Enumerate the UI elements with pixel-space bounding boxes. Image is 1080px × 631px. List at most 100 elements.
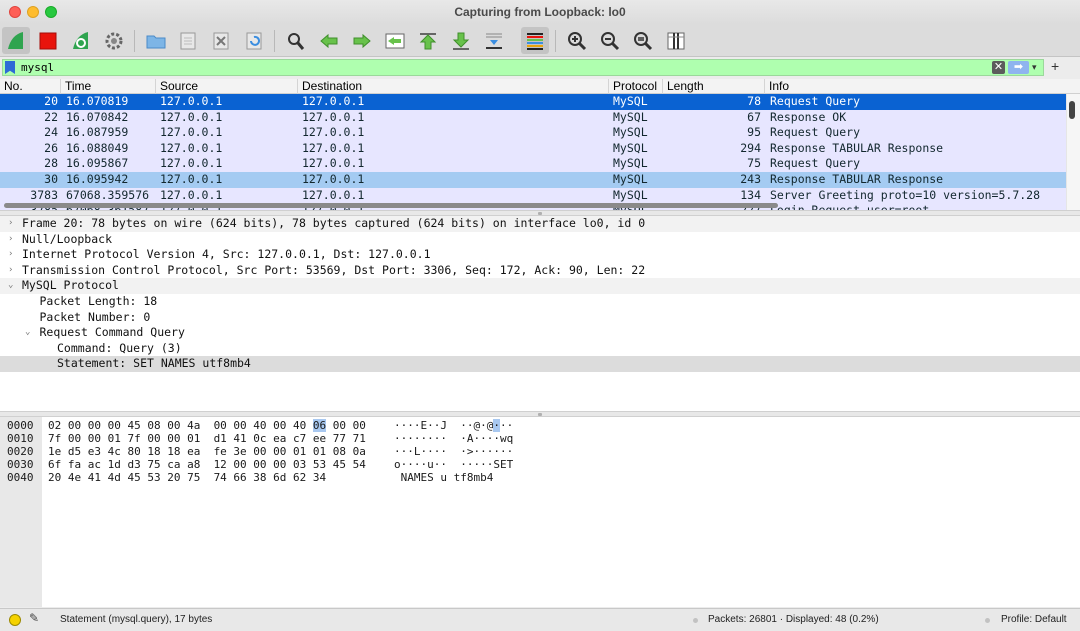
cell-length: 78 [747, 94, 761, 108]
bytes-ascii[interactable]: NAMES u tf8mb4 [394, 471, 494, 484]
go-back-button[interactable] [315, 27, 343, 54]
cell-source: 127.0.0.1 [160, 187, 223, 202]
apply-filter-icon[interactable]: ➡ [1008, 61, 1029, 74]
column-header-info[interactable]: Info [765, 79, 1080, 94]
detail-tree-label: Frame 20: 78 bytes on wire (624 bits), 7… [22, 216, 646, 230]
detail-tree-label: Transmission Control Protocol, Src Port:… [22, 262, 646, 277]
packet-row[interactable]: 28 16.095867 127.0.0.1 127.0.0.1 MySQL 75 Requ… [0, 156, 1066, 172]
packet-list-scroll-thumb[interactable] [1069, 101, 1075, 119]
go-to-packet-button[interactable] [381, 27, 409, 54]
chevron-right-icon[interactable]: › [8, 263, 13, 279]
capture-options-button[interactable] [100, 27, 128, 54]
open-file-button[interactable] [142, 27, 170, 54]
expert-info-icon[interactable] [9, 614, 21, 626]
cell-protocol: MySQL [613, 172, 648, 186]
bytes-hex[interactable]: 7f 00 00 01 7f 00 00 01 d1 41 0c ea c7 e… [48, 432, 366, 445]
detail-tree-item[interactable]: Command: Query (3) [0, 341, 1080, 357]
bytes-hex[interactable]: 20 4e 41 4d 45 53 20 75 74 66 38 6d 62 3… [48, 471, 326, 484]
close-file-button[interactable] [207, 27, 235, 54]
clear-filter-icon[interactable]: ✕ [992, 61, 1005, 74]
first-packet-button[interactable] [414, 27, 442, 54]
chevron-down-icon[interactable]: ⌄ [8, 278, 13, 294]
bytes-ascii[interactable]: ····E··J ··@·@··· [394, 419, 513, 432]
display-filter-input[interactable] [21, 60, 981, 75]
cell-destination: 127.0.0.1 [302, 94, 365, 108]
autoscroll-button[interactable] [480, 27, 508, 54]
close-window-button[interactable] [9, 6, 21, 18]
stop-capture-icon [39, 32, 57, 49]
chevron-down-icon[interactable]: ⌄ [25, 325, 30, 341]
bytes-hex[interactable]: 02 00 00 00 45 08 00 4a 00 00 40 00 40 0… [48, 419, 366, 432]
cell-no: 20 [44, 94, 58, 108]
bytes-hex[interactable]: 6f fa ac 1d d3 75 ca a8 12 00 00 00 03 5… [48, 458, 366, 471]
detail-tree-item[interactable]: › Transmission Control Protocol, Src Port… [0, 263, 1080, 279]
column-header-no[interactable]: No. [0, 79, 61, 94]
start-capture-button[interactable] [2, 27, 30, 54]
chevron-right-icon[interactable]: › [8, 247, 13, 263]
detail-tree-item[interactable]: › Frame 20: 78 bytes on wire (624 bits), … [0, 216, 1080, 232]
detail-tree-item[interactable]: ⌄ Request Command Query [0, 325, 1080, 341]
bytes-hex-part: 20 4e 41 4d 45 53 20 75 74 66 38 6d 62 3… [48, 471, 327, 484]
bytes-ascii[interactable]: o····u·· ·····SET [394, 458, 513, 471]
find-packet-button[interactable] [282, 27, 310, 54]
detail-tree-label: Statement: SET NAMES utf8mb4 [57, 356, 251, 371]
cell-no: 3783 [30, 187, 58, 202]
bytes-ascii[interactable]: ········ ·A····wq [394, 432, 513, 445]
capture-comment-icon[interactable]: ✎ [29, 611, 39, 625]
detail-tree-item[interactable]: › Null/Loopback [0, 232, 1080, 248]
cell-info: Response TABULAR Response [770, 140, 944, 155]
cell-destination: 127.0.0.1 [302, 172, 365, 186]
restart-capture-button[interactable] [67, 27, 95, 54]
column-header-protocol[interactable]: Protocol [609, 79, 663, 94]
bytes-row: 0040 20 4e 41 4d 45 53 20 75 74 66 38 6d … [0, 471, 1080, 484]
cell-destination: 127.0.0.1 [302, 125, 365, 140]
detail-tree-item[interactable]: › Internet Protocol Version 4, Src: 127.0… [0, 247, 1080, 263]
bytes-hex[interactable]: 1e d5 e3 4c 80 18 18 ea fe 3e 00 00 01 0… [48, 445, 366, 458]
zoom-out-button[interactable] [596, 27, 624, 54]
last-packet-button[interactable] [447, 27, 475, 54]
status-packet-counts: Packets: 26801 · Displayed: 48 (0.2%) [708, 614, 879, 625]
cell-destination: 127.0.0.1 [302, 156, 365, 171]
packet-row[interactable]: 20 16.070819 127.0.0.1 127.0.0.1 MySQL 78 Requ… [0, 94, 1066, 110]
go-forward-icon [353, 33, 371, 48]
go-forward-button[interactable] [348, 27, 376, 54]
cell-source: 127.0.0.1 [160, 140, 223, 155]
packet-row[interactable]: 26 16.088049 127.0.0.1 127.0.0.1 MySQL 294 Res… [0, 140, 1066, 157]
reload-file-button[interactable] [240, 27, 268, 54]
cell-protocol: MySQL [613, 125, 648, 140]
packet-row[interactable]: 24 16.087959 127.0.0.1 127.0.0.1 MySQL 95 Requ… [0, 125, 1066, 141]
packet-row[interactable]: 30 16.095942 127.0.0.1 127.0.0.1 MySQL 243 Res… [0, 172, 1066, 188]
chevron-down-icon[interactable]: ▾ [1032, 61, 1037, 74]
bookmark-icon[interactable] [5, 61, 15, 74]
bytes-row: 0000 02 00 00 00 45 08 00 4a 00 00 40 00 … [0, 419, 1080, 432]
zoom-in-button[interactable] [563, 27, 591, 54]
maximize-window-button[interactable] [45, 6, 57, 18]
status-profile[interactable]: Profile: Default [1001, 609, 1067, 631]
detail-tree-item[interactable]: ⌄ MySQL Protocol [0, 278, 1080, 294]
packet-row[interactable]: 22 16.070842 127.0.0.1 127.0.0.1 MySQL 67 Resp… [0, 109, 1066, 126]
packet-list-horizontal-scrollbar[interactable] [4, 203, 778, 208]
status-bar: ✎ Statement (mysql.query), 17 bytes Pack… [0, 608, 1080, 631]
chevron-right-icon[interactable]: › [8, 232, 13, 248]
column-header-length[interactable]: Length [663, 79, 765, 94]
packet-row[interactable]: 3783 67068.359576 127.0.0.1 127.0.0.1 MySQL 1… [0, 187, 1066, 204]
column-header-time[interactable]: Time [61, 79, 156, 94]
minimize-window-button[interactable] [27, 6, 39, 18]
save-file-button[interactable] [174, 27, 202, 54]
bytes-ascii[interactable]: ···L···· ·>······ [394, 445, 513, 458]
stop-capture-button[interactable] [34, 27, 62, 54]
cell-time: 67068.359576 [66, 187, 150, 202]
detail-tree-item[interactable]: Packet Length: 18 [0, 294, 1080, 310]
detail-tree-item[interactable]: Statement: SET NAMES utf8mb4 [0, 356, 1080, 372]
column-header-source[interactable]: Source [156, 79, 298, 94]
colorize-button[interactable] [521, 27, 549, 54]
bytes-offset: 0040 [7, 471, 34, 484]
zoom-normal-button[interactable] [629, 27, 657, 54]
resize-columns-button[interactable] [662, 27, 690, 54]
detail-tree-label: Packet Length: 18 [39, 294, 158, 308]
column-header-destination[interactable]: Destination [298, 79, 609, 94]
chevron-right-icon[interactable]: › [8, 216, 13, 232]
add-filter-button[interactable]: + [1051, 58, 1059, 75]
detail-tree-item[interactable]: Packet Number: 0 [0, 310, 1080, 326]
bytes-hex-part: 1e d5 e3 4c 80 18 18 ea fe 3e 00 00 01 0… [48, 445, 366, 458]
